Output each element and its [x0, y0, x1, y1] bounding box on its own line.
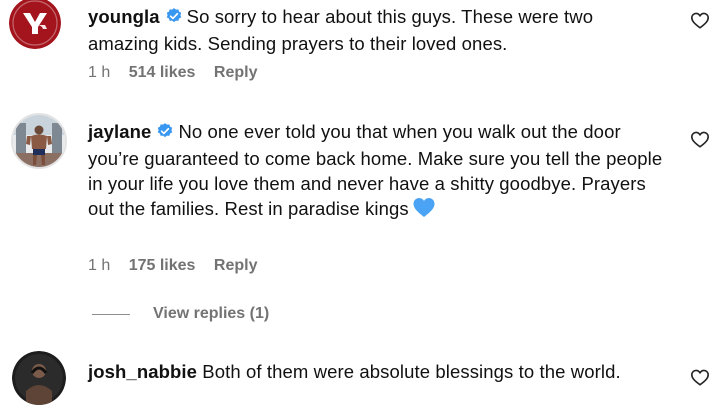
comment-meta: 1 h 514 likes Reply: [88, 64, 271, 82]
comment-likes[interactable]: 175 likes: [129, 257, 196, 274]
view-replies-button[interactable]: View replies (1): [92, 302, 269, 326]
reply-button[interactable]: Reply: [214, 257, 258, 274]
heart-outline-icon[interactable]: [690, 11, 710, 29]
jaylane-photo: [13, 115, 65, 167]
comment-username[interactable]: youngla: [88, 6, 160, 27]
youngla-logo: [9, 0, 61, 49]
comment-time: 1 h: [88, 64, 111, 81]
heart-outline-icon[interactable]: [690, 130, 710, 148]
comment-text: Both of them were absolute blessings to …: [202, 361, 621, 382]
comments-panel: youngla So sorry to hear about this guys.…: [0, 0, 720, 405]
comment-body: josh_nabbie Both of them were absolute b…: [88, 359, 663, 384]
reply-button[interactable]: Reply: [214, 64, 258, 81]
comment-body: jaylane No one ever told you that when yo…: [88, 119, 663, 224]
josh-nabbie-photo: [12, 351, 66, 405]
blue-heart-emoji: [412, 196, 436, 224]
avatar-josh-nabbie[interactable]: [12, 351, 66, 405]
comment-body: youngla So sorry to hear about this guys.…: [88, 4, 663, 56]
comment-meta: 1 h 175 likes Reply: [88, 257, 271, 275]
avatar-youngla[interactable]: [9, 0, 61, 49]
verified-badge-icon: [165, 6, 183, 31]
comment-time: 1 h: [88, 257, 111, 274]
comment-username[interactable]: josh_nabbie: [88, 361, 197, 382]
view-replies-label[interactable]: View replies (1): [153, 305, 269, 323]
verified-badge-icon: [156, 121, 174, 146]
avatar-jaylane[interactable]: [11, 113, 67, 169]
comment-likes[interactable]: 514 likes: [129, 64, 196, 81]
heart-outline-icon[interactable]: [690, 368, 710, 386]
view-replies-divider: [92, 313, 130, 315]
comment-username[interactable]: jaylane: [88, 121, 151, 142]
